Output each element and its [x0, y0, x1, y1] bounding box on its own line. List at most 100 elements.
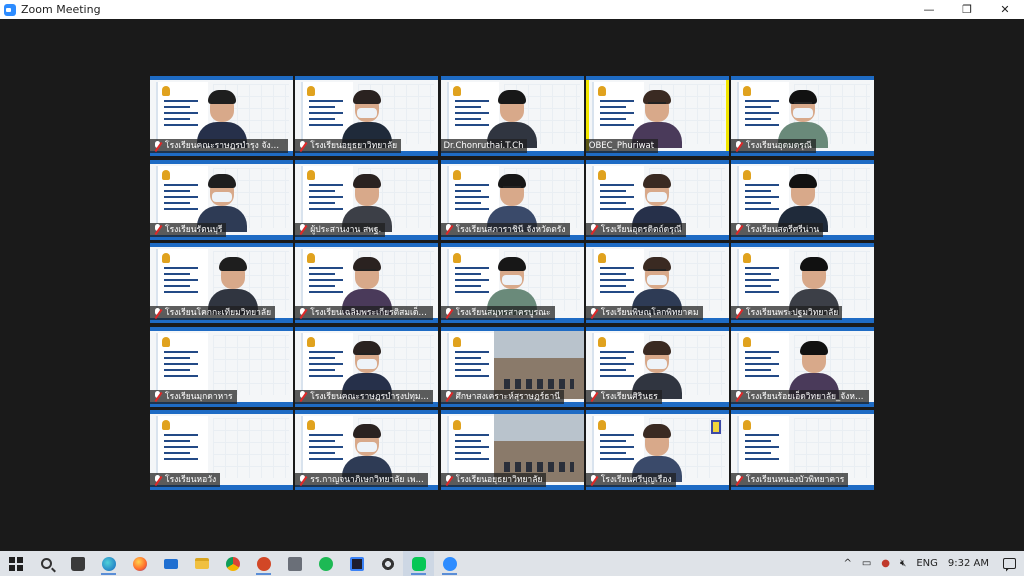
poster-line: [745, 446, 779, 448]
line-app-icon: [411, 556, 426, 571]
muted-mic-icon: [589, 224, 599, 236]
volume-icon[interactable]: 🔇︎: [895, 551, 911, 576]
windows-logo-icon: [8, 556, 23, 571]
taskbar-chrome[interactable]: [217, 551, 248, 576]
poster-line: [599, 285, 626, 287]
poster-line: [309, 350, 344, 353]
clock[interactable]: 9:32 AM: [943, 551, 994, 576]
poster-line: [745, 195, 779, 198]
participant-tile[interactable]: โรงเรียนสมุทรสาครบูรณะ: [440, 243, 584, 323]
poster-line: [599, 279, 634, 281]
poster-line: [745, 118, 771, 120]
poster-line: [164, 267, 198, 269]
network-icon[interactable]: ▭: [857, 551, 876, 576]
poster-line: [454, 106, 481, 108]
poster-line: [454, 285, 481, 287]
hair: [498, 90, 526, 104]
tile-top-band: [150, 159, 293, 164]
search-button[interactable]: [31, 551, 62, 576]
participant-tile[interactable]: โรงเรียนหนองบัวพิทยาคาร: [731, 410, 874, 490]
participant-tile[interactable]: โรงเรียนมุกดาหาร: [150, 326, 293, 407]
poster-line: [599, 207, 634, 210]
participant-tile[interactable]: โรงเรียนศิรินธร: [585, 326, 729, 407]
window-title: Zoom Meeting: [21, 3, 101, 16]
participant-tile[interactable]: โรงเรียนอยุธยาวิทยาลัย: [295, 76, 439, 156]
participant-tile[interactable]: โรงเรียนเฉลิมพระเกียรติสมเด็จ...: [295, 243, 439, 323]
participant-tile[interactable]: โรงเรียนพิษณุโลกพิทยาคม: [585, 243, 729, 323]
participant-tile[interactable]: Dr.Chonruthai.T.Ch: [440, 76, 584, 156]
participant-tile[interactable]: โรงเรียนคณะราษฎรบำรุง จังห...: [150, 76, 293, 156]
restore-button[interactable]: ❐: [948, 0, 986, 19]
emblem-icon: [307, 420, 316, 430]
taskbar-spotify[interactable]: [310, 551, 341, 576]
muted-mic-icon: [444, 307, 453, 319]
poster-line: [599, 267, 634, 269]
muted-mic-icon: [589, 474, 599, 486]
participant-tile[interactable]: โรงเรียนอุดมดรุณี: [731, 76, 874, 156]
participant-tile[interactable]: โรงเรียนโคกกะเทียมวิทยาลัย: [150, 243, 293, 323]
participant-tile[interactable]: โรงเรียนรัตนบุรี: [150, 159, 293, 240]
poster-line: [745, 458, 779, 460]
participant-tile[interactable]: โรงเรียนร้อยเอ็ดวิทยาลัย_จังหว...: [731, 326, 874, 407]
minimize-button[interactable]: —: [910, 0, 948, 19]
poster-line: [599, 201, 626, 204]
taskbar-edge[interactable]: [93, 551, 124, 576]
participant-tile[interactable]: โรงเรียนคณะราษฎรบำรุงปทุม...: [295, 326, 439, 407]
poster-line: [454, 374, 489, 377]
taskbar-explorer[interactable]: [186, 551, 217, 576]
tile-top-band: [585, 243, 729, 247]
onedrive-icon[interactable]: ●: [876, 551, 895, 576]
participant-tile[interactable]: โรงเรียนสภาราชินี จังหวัดตรัง: [440, 159, 584, 240]
participant-name: รร.กาญจนาภิเษกวิทยาลัย เพ...: [310, 475, 424, 485]
start-button[interactable]: [0, 551, 31, 576]
emblem-icon: [162, 169, 170, 180]
participant-tile[interactable]: โรงเรียนสตรีศรีน่าน: [731, 159, 874, 240]
poster-line: [599, 273, 626, 275]
poster-line: [745, 267, 779, 269]
participant-tile[interactable]: โรงเรียนอยุธยาวิทยาลัย: [440, 410, 584, 490]
participant-name: โรงเรียนอุตรดิตถ์ดรุณี: [600, 224, 682, 235]
poster-line: [599, 118, 626, 120]
backdrop-wall: [213, 334, 289, 395]
participant-tile[interactable]: รร.กาญจนาภิเษกวิทยาลัย เพ...: [295, 410, 439, 490]
language-indicator[interactable]: ENG: [911, 551, 943, 576]
taskbar-firefox[interactable]: [124, 551, 155, 576]
participant-tile[interactable]: โรงเรียนหอวัง: [150, 410, 293, 490]
taskbar-store[interactable]: [62, 551, 93, 576]
notification-button[interactable]: [994, 558, 1024, 569]
tile-top-band: [585, 159, 729, 164]
participant-name-label: Dr.Chonruthai.T.Ch: [440, 139, 528, 153]
taskbar-zoom[interactable]: [434, 551, 465, 576]
window-controls: — ❐ ✕: [910, 0, 1024, 19]
poster-line: [164, 201, 190, 204]
poster-line: [599, 106, 626, 108]
participant-tile[interactable]: โรงเรียนอุตรดิตถ์ดรุณี: [585, 159, 729, 240]
tile-top-band: [585, 326, 729, 331]
participant-name: โรงเรียนอุดมดรุณี: [746, 141, 812, 151]
poster-line: [599, 189, 626, 192]
people-group: [503, 378, 574, 389]
participant-tile[interactable]: ศึกษาสงเคราะห์สุราษฎร์ธานี: [440, 326, 584, 407]
poster-line: [164, 106, 190, 108]
tile-top-band: [150, 326, 293, 331]
participant-tile[interactable]: โรงเรียนศรีบุญเรือง: [585, 410, 729, 490]
participant-tile[interactable]: OBEC_Phuriwat: [585, 76, 729, 156]
poster-line: [164, 279, 198, 281]
hair: [352, 424, 381, 438]
taskbar-mail[interactable]: [155, 551, 186, 576]
participant-tile[interactable]: ผู้ประสานงาน สพฐ.: [295, 159, 439, 240]
tray-chevron[interactable]: ^: [838, 551, 856, 576]
taskbar-vscode[interactable]: [341, 551, 372, 576]
taskbar-settings[interactable]: [372, 551, 403, 576]
taskbar-line[interactable]: [403, 551, 434, 576]
poster-line: [454, 189, 481, 192]
participant-tile[interactable]: โรงเรียนพระปฐมวิทยาลัย: [731, 243, 874, 323]
emblem-icon: [307, 253, 316, 263]
hair: [352, 173, 381, 188]
taskbar-photos[interactable]: [279, 551, 310, 576]
taskbar-powerpoint[interactable]: [248, 551, 279, 576]
poster-line: [309, 118, 336, 120]
poster-line: [164, 124, 198, 126]
poster-line: [309, 452, 336, 454]
close-button[interactable]: ✕: [986, 0, 1024, 19]
